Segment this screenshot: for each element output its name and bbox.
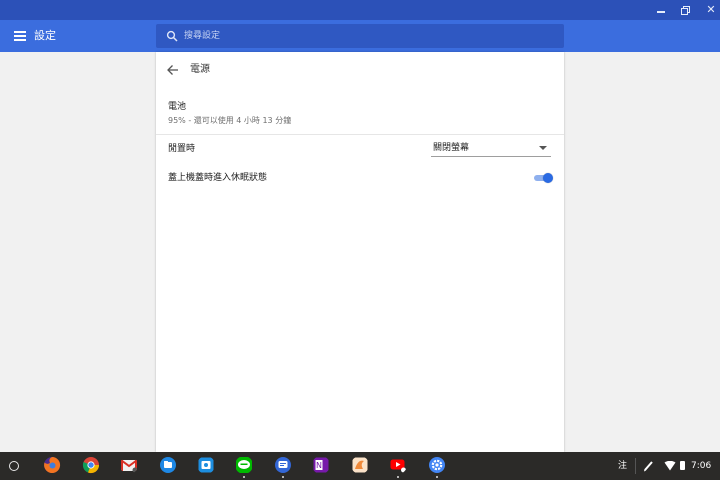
running-indicator <box>282 476 284 478</box>
back-arrow-icon[interactable] <box>166 64 180 76</box>
window-titlebar: ✕ <box>0 0 720 20</box>
running-indicator <box>436 476 438 478</box>
minimize-icon[interactable] <box>653 2 669 18</box>
messages-icon[interactable] <box>274 456 292 474</box>
photo-editor-icon[interactable] <box>351 456 369 474</box>
svg-text:N: N <box>316 461 322 470</box>
firefox-icon[interactable] <box>43 456 61 474</box>
close-icon[interactable]: ✕ <box>703 2 719 18</box>
power-settings-card: 電源 電池 95% - 還可以使用 4 小時 13 分鐘 閒置時 關閉螢幕 蓋上… <box>156 52 564 452</box>
idle-label: 閒置時 <box>168 144 196 154</box>
search-input[interactable] <box>184 27 544 45</box>
clock[interactable]: 7:06 <box>691 459 711 473</box>
menu-icon[interactable] <box>14 31 26 41</box>
chrome-icon[interactable] <box>82 456 100 474</box>
settings-icon[interactable] <box>428 456 446 474</box>
app-title: 設定 <box>34 29 56 42</box>
restore-icon[interactable] <box>678 2 694 18</box>
shelf-divider <box>635 458 636 474</box>
file-manager-icon[interactable] <box>197 456 215 474</box>
line-icon[interactable] <box>235 456 253 474</box>
divider <box>156 134 564 135</box>
running-indicator <box>243 476 245 478</box>
idle-action-value: 關閉螢幕 <box>433 143 470 153</box>
battery-icon[interactable] <box>680 461 685 470</box>
shelf: N 注 7:06 <box>0 452 720 480</box>
battery-status: 95% - 還可以使用 4 小時 13 分鐘 <box>168 116 292 125</box>
idle-action-select[interactable]: 關閉螢幕 <box>431 140 551 157</box>
youtube-icon[interactable] <box>389 456 407 474</box>
stylus-icon[interactable] <box>642 459 654 473</box>
search-icon <box>166 30 178 42</box>
wifi-icon[interactable] <box>664 461 676 471</box>
gmail-icon[interactable] <box>120 456 138 474</box>
onenote-icon[interactable]: N <box>312 456 330 474</box>
toggle-knob <box>543 173 553 183</box>
battery-title: 電池 <box>168 102 187 112</box>
dropdown-arrow-icon <box>539 146 547 150</box>
files-icon[interactable] <box>159 456 177 474</box>
search-box[interactable] <box>156 24 564 48</box>
lid-sleep-toggle[interactable] <box>534 173 553 183</box>
ime-indicator[interactable]: 注 <box>618 459 627 473</box>
running-indicator <box>397 476 399 478</box>
lid-sleep-label: 蓋上機蓋時進入休眠狀態 <box>168 173 268 183</box>
page-title: 電源 <box>190 64 210 75</box>
launcher-icon[interactable] <box>9 461 19 471</box>
